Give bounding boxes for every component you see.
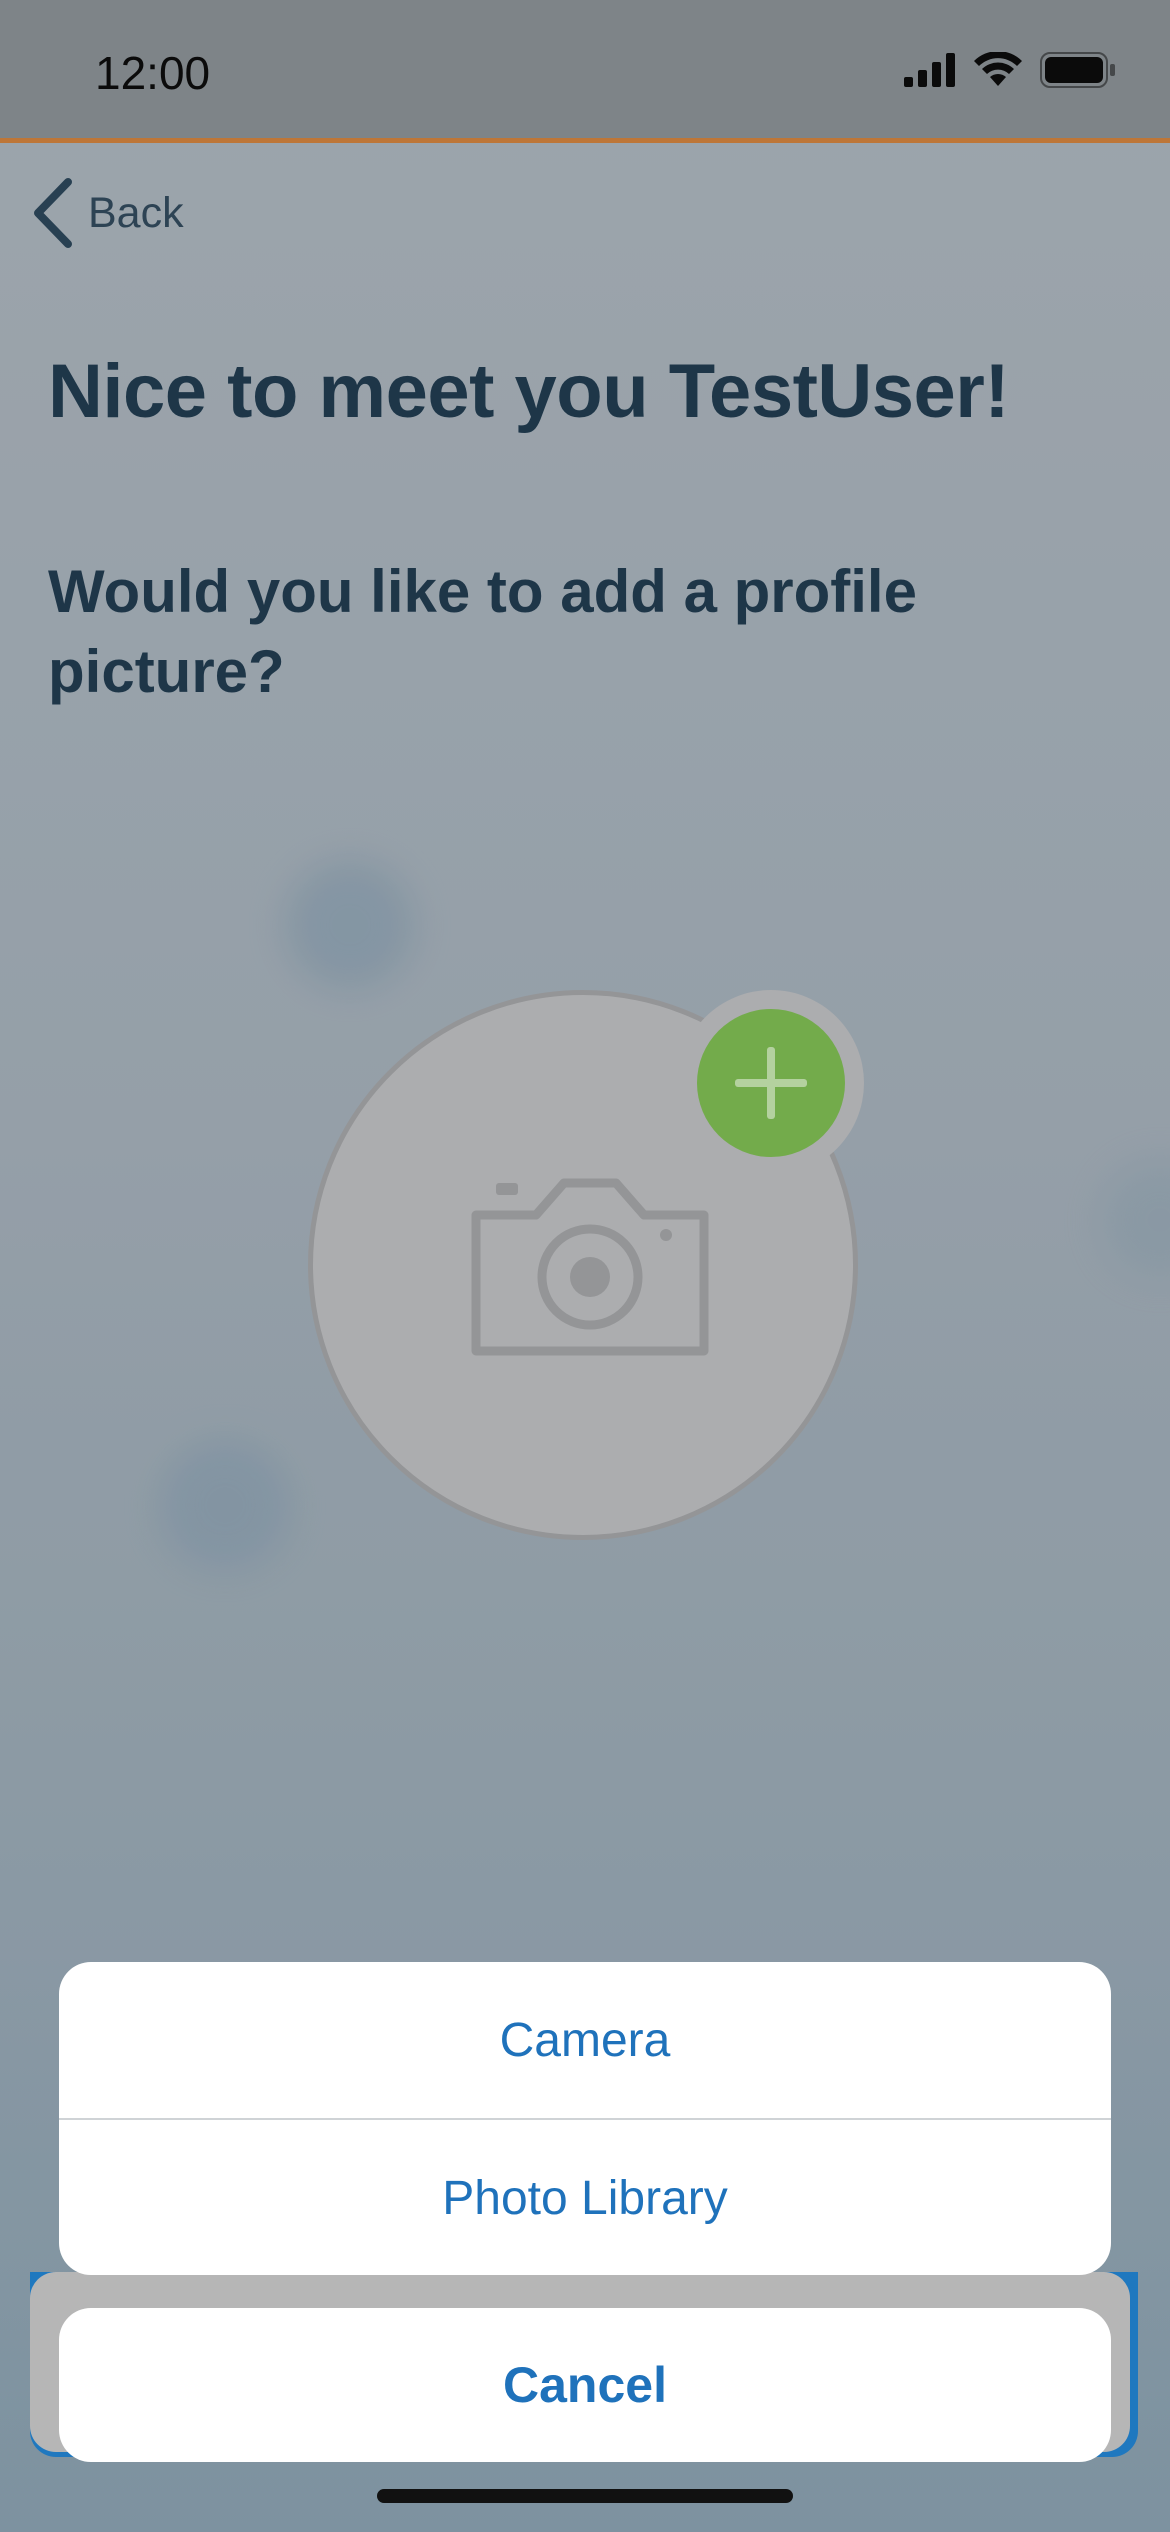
status-bar: 12:00 [0, 0, 1170, 143]
battery-icon [1040, 52, 1115, 88]
status-icons [904, 52, 1116, 88]
camera-option[interactable]: Camera [59, 1962, 1111, 2118]
cancel-button[interactable]: Cancel [59, 2308, 1111, 2462]
photo-library-option[interactable]: Photo Library [59, 2120, 1111, 2275]
home-indicator [377, 2489, 793, 2503]
status-time: 12:00 [95, 47, 211, 99]
action-sheet: Camera Photo Library [59, 1962, 1111, 2275]
signal-icon [904, 53, 955, 87]
wifi-icon [974, 52, 1022, 86]
